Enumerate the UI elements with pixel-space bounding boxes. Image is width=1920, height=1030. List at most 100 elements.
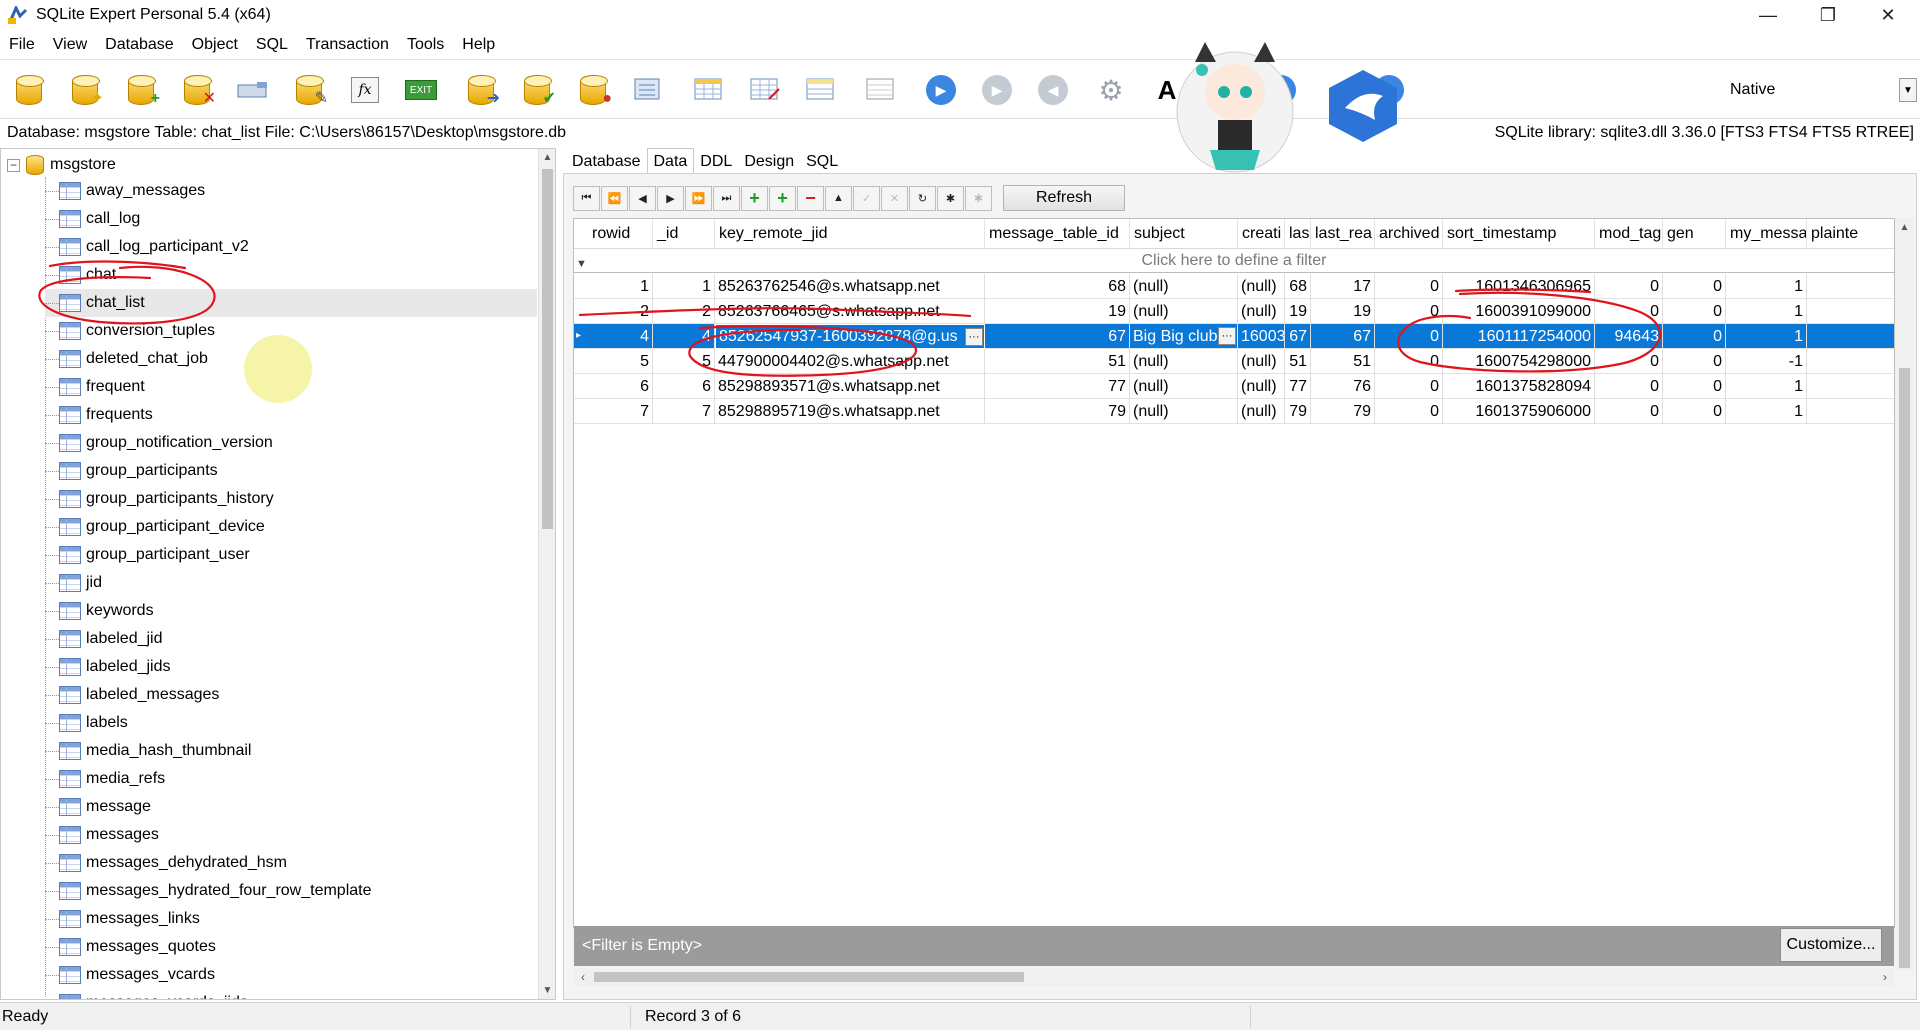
tree-item-messages-vcards-jids[interactable]: messages_vcards_jids <box>45 989 537 999</box>
cell-key-remote-jid[interactable]: 85262547937-1600392878@g.us ··· <box>715 324 985 349</box>
cell-archived[interactable]: 0 <box>1375 274 1443 299</box>
edit-view-icon[interactable] <box>746 71 784 109</box>
column-header-key-remote-jid[interactable]: key_remote_jid <box>715 219 985 249</box>
cell-gen[interactable]: 0 <box>1663 349 1726 374</box>
cell-my-messages[interactable]: 1 <box>1726 274 1807 299</box>
function-icon[interactable]: fx <box>346 71 384 109</box>
cell-sort-timestamp[interactable]: 1600754298000 <box>1443 349 1595 374</box>
cell-subject[interactable]: (null) <box>1130 374 1238 399</box>
scroll-left-icon[interactable]: ‹ <box>574 968 592 986</box>
cell-my-messages[interactable]: 1 <box>1726 324 1807 349</box>
cell-message-table-id[interactable]: 77 <box>985 374 1130 399</box>
cell--id[interactable]: 2 <box>653 299 715 324</box>
cell-creati[interactable]: (null) <box>1238 374 1285 399</box>
tree-item-group-participants-history[interactable]: group_participants_history <box>45 485 537 513</box>
cell-archived[interactable]: 0 <box>1375 399 1443 424</box>
menu-sql[interactable]: SQL <box>247 36 297 54</box>
mode-dropdown-button[interactable]: ▼ <box>1899 78 1917 102</box>
cell-rowid[interactable]: 2 <box>588 299 653 324</box>
cell-archived[interactable]: 0 <box>1375 324 1443 349</box>
cell-plainte[interactable] <box>1807 349 1894 374</box>
tab-sql[interactable]: SQL <box>800 150 844 174</box>
new-view-icon[interactable] <box>690 71 728 109</box>
table-row[interactable]: 5 5 447900004402@s.whatsapp.net 51 (null) (nu… <box>574 349 1894 374</box>
cell-creati[interactable]: (null) <box>1238 399 1285 424</box>
cell-creati[interactable]: (null) <box>1238 349 1285 374</box>
menu-view[interactable]: View <box>44 36 96 54</box>
tree-item-deleted-chat-job[interactable]: deleted_chat_job <box>45 345 537 373</box>
set-bookmark-button[interactable]: ✱ <box>937 185 964 211</box>
cell-message-table-id[interactable]: 67 <box>985 324 1130 349</box>
scroll-down-icon[interactable]: ▼ <box>539 982 555 999</box>
cell-mod-tag[interactable]: 0 <box>1595 349 1663 374</box>
column-header-my-messages[interactable]: my_messages <box>1726 219 1807 249</box>
tree-item-jid[interactable]: jid <box>45 569 537 597</box>
cell-subject[interactable]: (null) <box>1130 349 1238 374</box>
column-header-sort-timestamp[interactable]: sort_timestamp <box>1443 219 1595 249</box>
tree-item-labeled-messages[interactable]: labeled_messages <box>45 681 537 709</box>
tree-item-away-messages[interactable]: away_messages <box>45 177 537 205</box>
filter-row[interactable]: ▼ Click here to define a filter <box>574 249 1894 273</box>
compare-icon[interactable] <box>630 71 668 109</box>
cell-gen[interactable]: 0 <box>1663 324 1726 349</box>
cell-ellipsis-button[interactable]: ··· <box>1218 327 1236 345</box>
cell-sort-timestamp[interactable]: 1600391099000 <box>1443 299 1595 324</box>
tree-item-call-log-participant-v2[interactable]: call_log_participant_v2 <box>45 233 537 261</box>
prior-page-button[interactable]: ⏪ <box>601 185 628 211</box>
tree-item-frequents[interactable]: frequents <box>45 401 537 429</box>
tree-item-messages-links[interactable]: messages_links <box>45 905 537 933</box>
cell-plainte[interactable] <box>1807 374 1894 399</box>
cell-gen[interactable]: 0 <box>1663 399 1726 424</box>
cell-archived[interactable]: 0 <box>1375 299 1443 324</box>
cell-las[interactable]: 67 <box>1285 324 1311 349</box>
cell-my-messages[interactable]: 1 <box>1726 374 1807 399</box>
new-database-icon[interactable]: ✦ <box>66 71 104 109</box>
cell-creati[interactable]: 16003 <box>1238 324 1285 349</box>
tree-root-msgstore[interactable]: − msgstore <box>7 153 116 177</box>
cell-message-table-id[interactable]: 68 <box>985 274 1130 299</box>
tree-item-group-notification-version[interactable]: group_notification_version <box>45 429 537 457</box>
edit-database-icon[interactable]: ✎ <box>290 71 328 109</box>
cell-last-rea[interactable]: 51 <box>1311 349 1375 374</box>
next-page-button[interactable]: ⏩ <box>685 185 712 211</box>
collapse-icon[interactable]: − <box>7 158 20 172</box>
cell-message-table-id[interactable]: 79 <box>985 399 1130 424</box>
cell-last-rea[interactable]: 17 <box>1311 274 1375 299</box>
cell-archived[interactable]: 0 <box>1375 349 1443 374</box>
detach-database-icon[interactable]: ✕ <box>178 71 216 109</box>
tree-item-messages[interactable]: messages <box>45 821 537 849</box>
open-database-icon[interactable] <box>10 71 48 109</box>
tree-item-labeled-jids[interactable]: labeled_jids <box>45 653 537 681</box>
column-header-subject[interactable]: subject <box>1130 219 1238 249</box>
last-record-button[interactable]: ⏭ <box>713 185 740 211</box>
back-icon[interactable]: ◀ <box>1034 71 1072 109</box>
tree-item-group-participants[interactable]: group_participants <box>45 457 537 485</box>
cell-las[interactable]: 51 <box>1285 349 1311 374</box>
cell-rowid[interactable]: 7 <box>588 399 653 424</box>
cell-las[interactable]: 79 <box>1285 399 1311 424</box>
cell-mod-tag[interactable]: 0 <box>1595 299 1663 324</box>
add-view-icon[interactable] <box>802 71 840 109</box>
cell-plainte[interactable] <box>1807 399 1894 424</box>
users-icon[interactable]: ● <box>574 71 612 109</box>
column-header--id[interactable]: _id <box>653 219 715 249</box>
cell-last-rea[interactable]: 76 <box>1311 374 1375 399</box>
cell-creati[interactable]: (null) <box>1238 274 1285 299</box>
tree-item-labels[interactable]: labels <box>45 709 537 737</box>
import-icon[interactable]: ➜ <box>462 71 500 109</box>
tree-item-media-hash-thumbnail[interactable]: media_hash_thumbnail <box>45 737 537 765</box>
cell-archived[interactable]: 0 <box>1375 374 1443 399</box>
next-record-button[interactable]: ▶ <box>657 185 684 211</box>
cell-gen[interactable]: 0 <box>1663 299 1726 324</box>
cell-last-rea[interactable]: 79 <box>1311 399 1375 424</box>
column-header-rowid[interactable]: rowid <box>588 219 653 249</box>
new-table-icon[interactable] <box>234 71 272 109</box>
tree-item-media-refs[interactable]: media_refs <box>45 765 537 793</box>
cell-sort-timestamp[interactable]: 1601346306965 <box>1443 274 1595 299</box>
cell-plainte[interactable] <box>1807 324 1894 349</box>
tree-item-frequent[interactable]: frequent <box>45 373 537 401</box>
stop-icon[interactable]: ▶ <box>978 71 1016 109</box>
clear-bookmark-button[interactable]: ✱ <box>965 185 992 211</box>
cancel-edit-button[interactable]: ✕ <box>881 185 908 211</box>
table-row[interactable]: ▸ 4 4 85262547937-1600392878@g.us ··· 67 Big B… <box>574 324 1894 349</box>
